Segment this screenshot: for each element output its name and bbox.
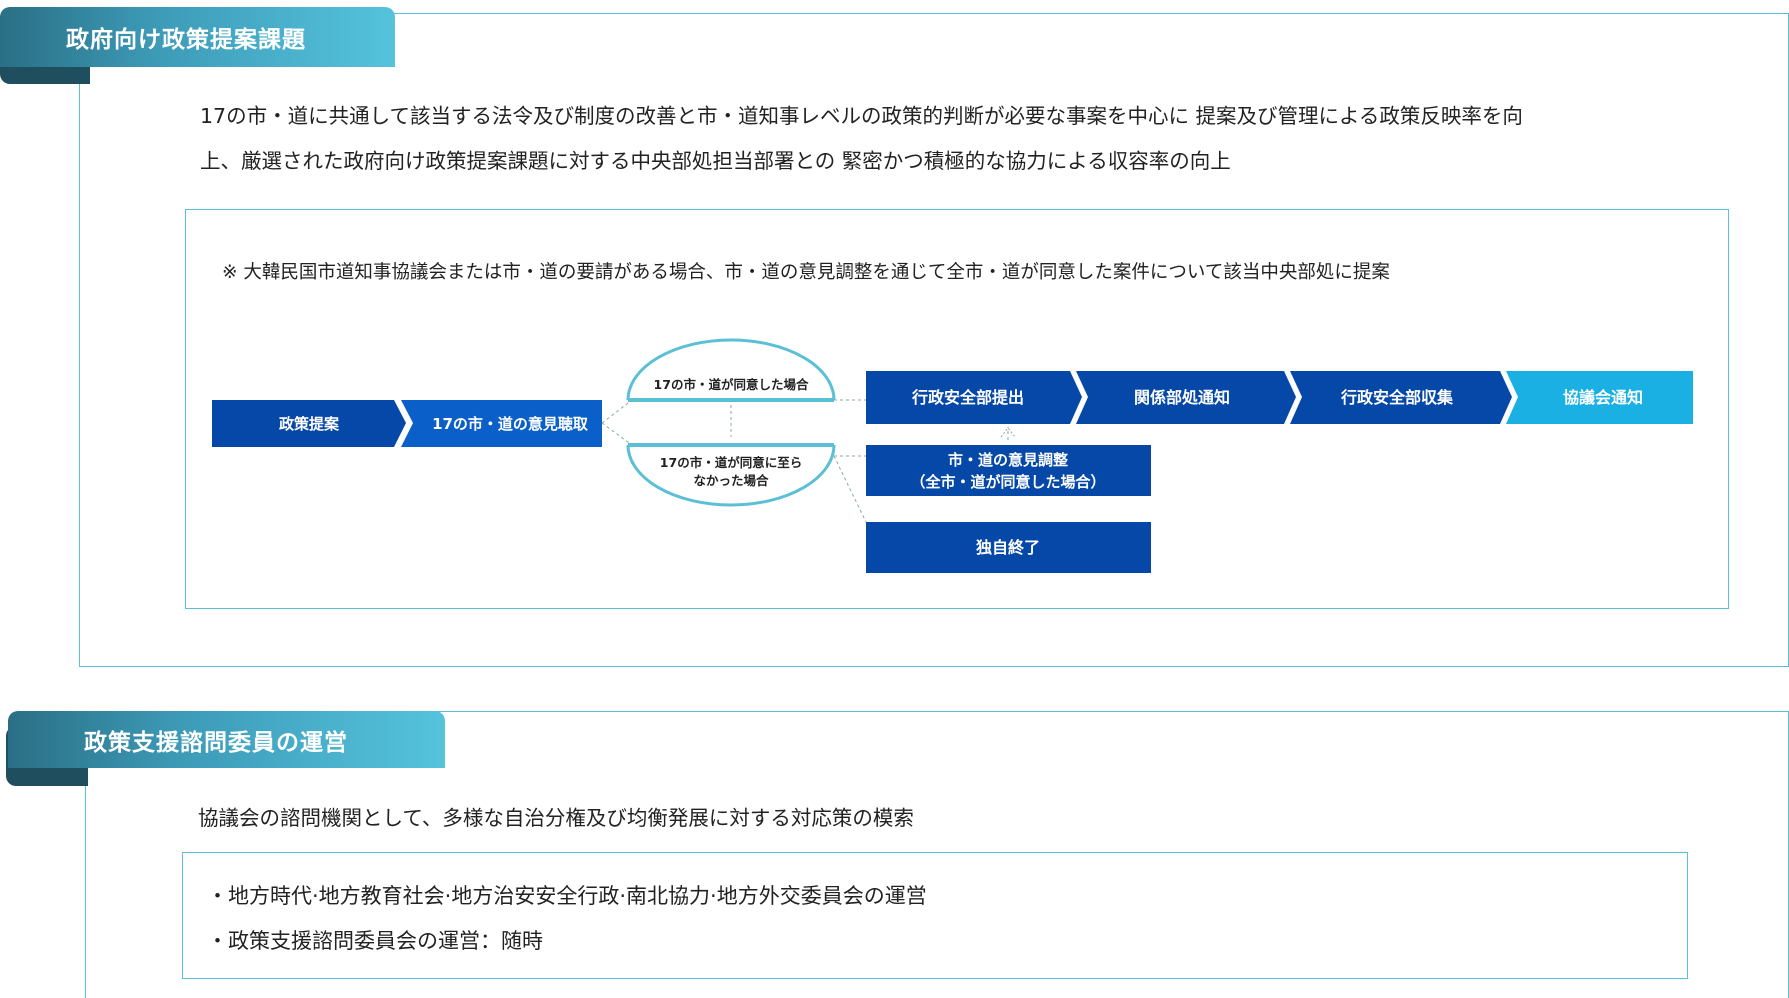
section2-bullet-1: ・地方時代·地方教育社会·地方治安安全行政·南北協力·地方外交委員会の運営 (207, 884, 927, 908)
section2-title: 政策支援諮問委員の運営 (8, 711, 445, 768)
section2-description: 協議会の諮問機関として、多様な自治分権及び均衡発展に対する対応策の模索 (198, 806, 914, 830)
section2-bullet-2: ・政策支援諮問委員会の運営：随時 (207, 929, 543, 953)
proposal-note: ※ 大韓民国市道知事協議会または市・道の要請がある場合、市・道の意見調整を通じて… (222, 262, 1390, 283)
section1-description-line2: 上、厳選された政府向け政策提案課題に対する中央部処担当部署との 緊密かつ積極的な… (200, 149, 1231, 173)
section1-description-line1: 17の市・道に共通して該当する法令及び制度の改善と市・道知事レベルの政策的判断が… (200, 104, 1523, 128)
section2-bullets-box (182, 852, 1688, 979)
section1-title: 政府向け政策提案課題 (0, 7, 395, 67)
